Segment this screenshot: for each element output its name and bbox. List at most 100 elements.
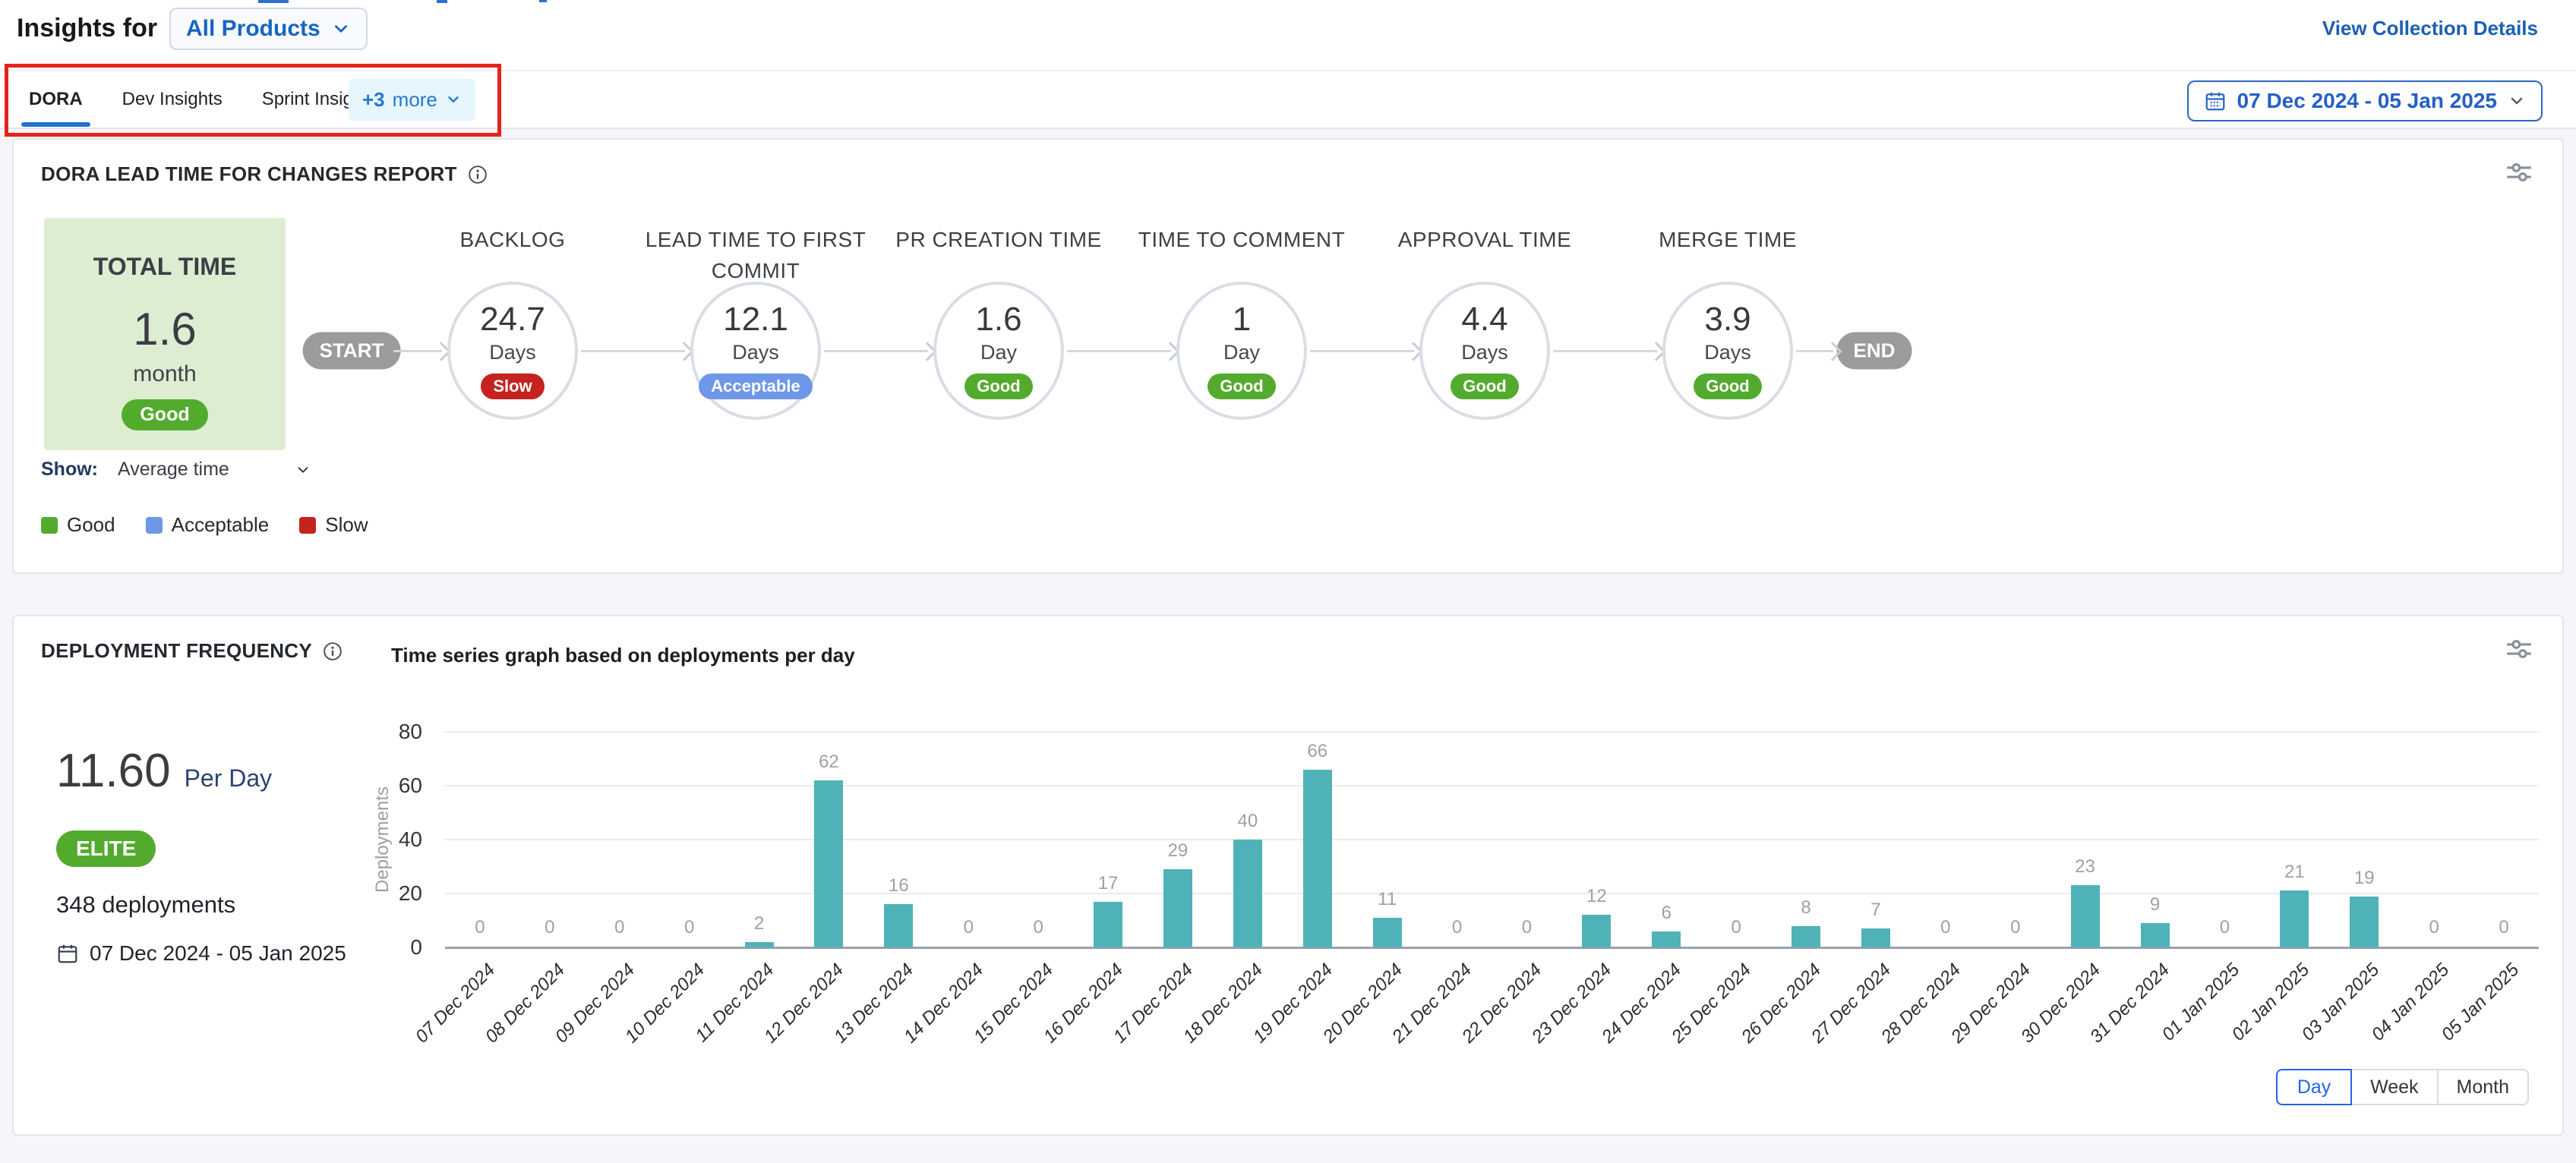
deployment-frequency-card: DEPLOYMENT FREQUENCY Time series graph b…	[12, 615, 2564, 1136]
bar-value-label: 0	[1970, 917, 2061, 938]
bar	[2280, 890, 2309, 947]
stage-unit: Days	[1461, 341, 1508, 364]
bar-value-label: 17	[1062, 873, 1154, 894]
stage-unit: Day	[980, 341, 1017, 364]
bar-value-label: 0	[1690, 917, 1782, 938]
stage-label-backlog: BACKLOG	[382, 225, 643, 256]
calendar-icon	[2204, 90, 2227, 112]
tab-dora[interactable]: DORA	[26, 71, 86, 128]
gridline	[445, 731, 2539, 733]
legend-label: Good	[67, 513, 115, 537]
show-label: Show:	[41, 459, 98, 481]
bar-value-label: 0	[2179, 917, 2270, 938]
flow-start-pill: START	[303, 333, 401, 370]
stage-rating-badge: Acceptable	[699, 373, 812, 399]
stage-value: 3.9	[1704, 302, 1750, 337]
stage-circle-pr-creation-time: 1.6DayGood	[933, 282, 1064, 420]
gridline	[445, 785, 2539, 786]
legend-swatch	[146, 517, 163, 534]
bar	[1303, 770, 1332, 947]
gridline	[445, 839, 2539, 840]
lead-time-flow: START END BACKLOG 24.7DaysSlow LEAD TIME TO …	[14, 140, 2562, 572]
bar	[1861, 928, 1890, 947]
more-tabs-dropdown[interactable]: +3 more	[349, 79, 475, 121]
chevron-down-icon	[295, 462, 311, 478]
stage-rating-badge: Good	[1208, 373, 1275, 399]
flow-connector-line	[1067, 350, 1171, 352]
more-tabs-wrap: +3 more	[349, 71, 475, 128]
date-range-picker[interactable]: 07 Dec 2024 - 05 Jan 2025	[2187, 80, 2543, 121]
product-selector-dropdown[interactable]: All Products	[169, 8, 368, 50]
view-collection-details-link[interactable]: View Collection Details	[2322, 17, 2538, 40]
bar-value-label: 0	[993, 917, 1084, 938]
bar	[2350, 897, 2379, 947]
chevron-down-icon	[445, 91, 462, 108]
chevron-down-icon	[331, 19, 351, 39]
show-value: Average time	[118, 459, 229, 481]
stage-rating-badge: Good	[964, 373, 1032, 399]
stage-label-time-to-comment: TIME TO COMMENT	[1111, 225, 1372, 256]
legend-item-good: Good	[41, 513, 115, 537]
bar	[1163, 869, 1192, 947]
bar	[814, 780, 843, 947]
date-range-label: 07 Dec 2024 - 05 Jan 2025	[2237, 89, 2497, 113]
top-bar: Insights for All Products View Collectio…	[0, 0, 2576, 70]
stage-rating-badge: Good	[1451, 373, 1518, 399]
flow-connector-line	[1553, 350, 1657, 352]
bar-value-label: 11	[1342, 889, 1433, 910]
stage-circle-merge-time: 3.9 Days Good	[1662, 282, 1793, 420]
stage-label-lead-time-to-first-commit: LEAD TIME TO FIRST COMMIT	[625, 225, 886, 286]
show-metric-dropdown[interactable]: Show: Average time	[41, 459, 311, 481]
stage-unit: Days	[1704, 341, 1751, 364]
granularity-day-button[interactable]: Day	[2276, 1069, 2352, 1105]
y-tick-label: 20	[316, 879, 422, 908]
bar	[745, 942, 774, 947]
more-tabs-count: +3	[362, 88, 385, 112]
bar-value-label: 2	[714, 913, 805, 934]
bar-value-label: 29	[1132, 840, 1223, 862]
flow-end-pill: END	[1837, 333, 1912, 370]
bar-value-label: 16	[853, 875, 944, 897]
y-tick-label: 40	[316, 825, 422, 854]
y-axis-title: Deployments	[372, 786, 393, 893]
bar-value-label: 40	[1202, 811, 1293, 832]
flow-connector-line	[1310, 350, 1414, 352]
legend-swatch	[41, 517, 58, 534]
gridline	[445, 893, 2539, 894]
stage-unit: Day	[1223, 341, 1260, 364]
bar	[1233, 840, 1262, 947]
bar-value-label: 62	[783, 752, 874, 773]
stage-value: 4.4	[1461, 302, 1507, 337]
stage-circle-time-to-comment: 1 Day Good	[1176, 282, 1307, 420]
granularity-week-button[interactable]: Week	[2350, 1069, 2438, 1105]
legend-label: Slow	[325, 513, 368, 537]
tabs: DORADev InsightsSprint Insights	[26, 71, 380, 128]
chevron-down-icon	[2508, 92, 2526, 110]
stage-label-pr-creation-time: PR CREATION TIME	[868, 225, 1129, 256]
stage-value: 1	[1233, 302, 1251, 337]
bar-value-label: 0	[1481, 917, 1572, 938]
y-tick-label: 0	[316, 933, 422, 962]
page: Insights for All Products View Collectio…	[0, 0, 2576, 1163]
stage-label-approval-time: APPROVAL TIME	[1354, 225, 1615, 256]
deployments-bar-chart: 806040200Deployments007 Dec 2024008 Dec …	[14, 616, 2562, 1134]
stage-unit: Days	[489, 341, 536, 364]
bar	[2141, 923, 2170, 947]
granularity-toggle: DayWeekMonth	[2276, 1069, 2529, 1105]
bar	[1652, 931, 1681, 947]
clipped-text-fragment	[437, 0, 447, 3]
bar	[2071, 885, 2100, 947]
clipped-text-fragment	[539, 0, 547, 2]
y-tick-label: 80	[316, 717, 422, 746]
stage-value: 12.1	[723, 302, 788, 337]
stage-circle-approval-time: 4.4 Days Good	[1419, 282, 1550, 420]
granularity-month-button[interactable]: Month	[2437, 1069, 2529, 1105]
stage-circle-backlog: 24.7DaysSlow	[447, 282, 578, 420]
tab-dev-insights[interactable]: Dev Insights	[119, 71, 226, 128]
bar	[884, 904, 913, 947]
legend-item-slow: Slow	[299, 513, 368, 537]
bar	[1094, 902, 1122, 947]
stage-rating-badge: Good	[1694, 373, 1761, 399]
legend-item-acceptable: Acceptable	[146, 513, 270, 537]
legend-label: Acceptable	[172, 513, 270, 537]
